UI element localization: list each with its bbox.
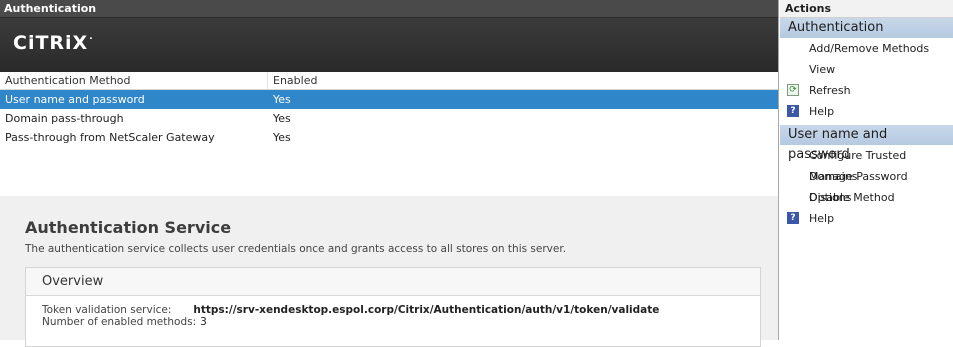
method-cell: User name and password [5,93,145,106]
list-header: Authentication Method Enabled [0,72,778,90]
table-row[interactable]: Domain pass-through Yes [0,109,778,128]
action-label: Help [809,105,835,118]
enabled-cell: Yes [273,131,291,144]
service-title: Authentication Service [25,218,232,237]
main-pane: Authentication CiTRiX. Authentication Me… [0,0,779,347]
action-label: Help [809,212,835,225]
overview-heading[interactable]: Overview [26,268,760,296]
methods-value: 3 [200,316,207,328]
help-icon: ? [787,212,799,224]
table-row[interactable]: User name and password Yes [0,90,778,109]
refresh-action[interactable]: ⟳ Refresh [780,80,953,101]
manage-password-options-action[interactable]: Manage Password Options [780,166,953,204]
detail-panel: Authentication Service The authenticatio… [0,196,778,347]
actions-title: Actions [780,0,953,18]
method-cell: Pass-through from NetScaler Gateway [5,131,215,144]
action-label: Disable Method [809,191,895,204]
help-action[interactable]: ? Help [780,101,953,122]
token-validation-row: Token validation service: https://srv-xen… [42,304,659,316]
actions-section-user-password[interactable]: User name and password [780,125,953,162]
service-description: The authentication service collects user… [25,243,567,255]
token-value: https://srv-xendesktop.espol.corp/Citrix… [193,304,660,316]
help-action[interactable]: ? Help [780,208,953,229]
table-row[interactable]: Pass-through from NetScaler Gateway Yes [0,128,778,147]
column-header-method[interactable]: Authentication Method [0,72,268,89]
pane-title: Authentication [0,0,778,18]
enabled-methods-row: Number of enabled methods: 3 [42,316,207,328]
refresh-icon: ⟳ [787,84,799,96]
configure-trusted-domains-action[interactable]: Configure Trusted Domains [780,145,953,183]
token-label: Token validation service: [42,304,172,316]
methods-label: Number of enabled methods: [42,316,197,328]
help-icon: ? [787,105,799,117]
overview-section: Overview Token validation service: https:… [25,267,761,347]
enabled-cell: Yes [273,93,291,106]
disable-method-action[interactable]: Disable Method [780,187,953,208]
logo-dot: . [89,32,94,42]
enabled-cell: Yes [273,112,291,125]
add-remove-methods-action[interactable]: Add/Remove Methods [780,38,953,59]
view-action[interactable]: View [780,59,953,80]
column-header-enabled[interactable]: Enabled [268,72,317,89]
action-label: Refresh [809,84,851,97]
method-cell: Domain pass-through [5,112,124,125]
logo-text: CiTRiX [13,32,89,54]
actions-section-authentication[interactable]: Authentication [780,18,953,38]
citrix-banner: CiTRiX. [0,18,778,72]
citrix-logo: CiTRiX. [13,32,94,54]
actions-pane: Actions Authentication Add/Remove Method… [780,0,953,340]
action-label: Add/Remove Methods [809,42,930,55]
action-label: View [809,63,836,76]
